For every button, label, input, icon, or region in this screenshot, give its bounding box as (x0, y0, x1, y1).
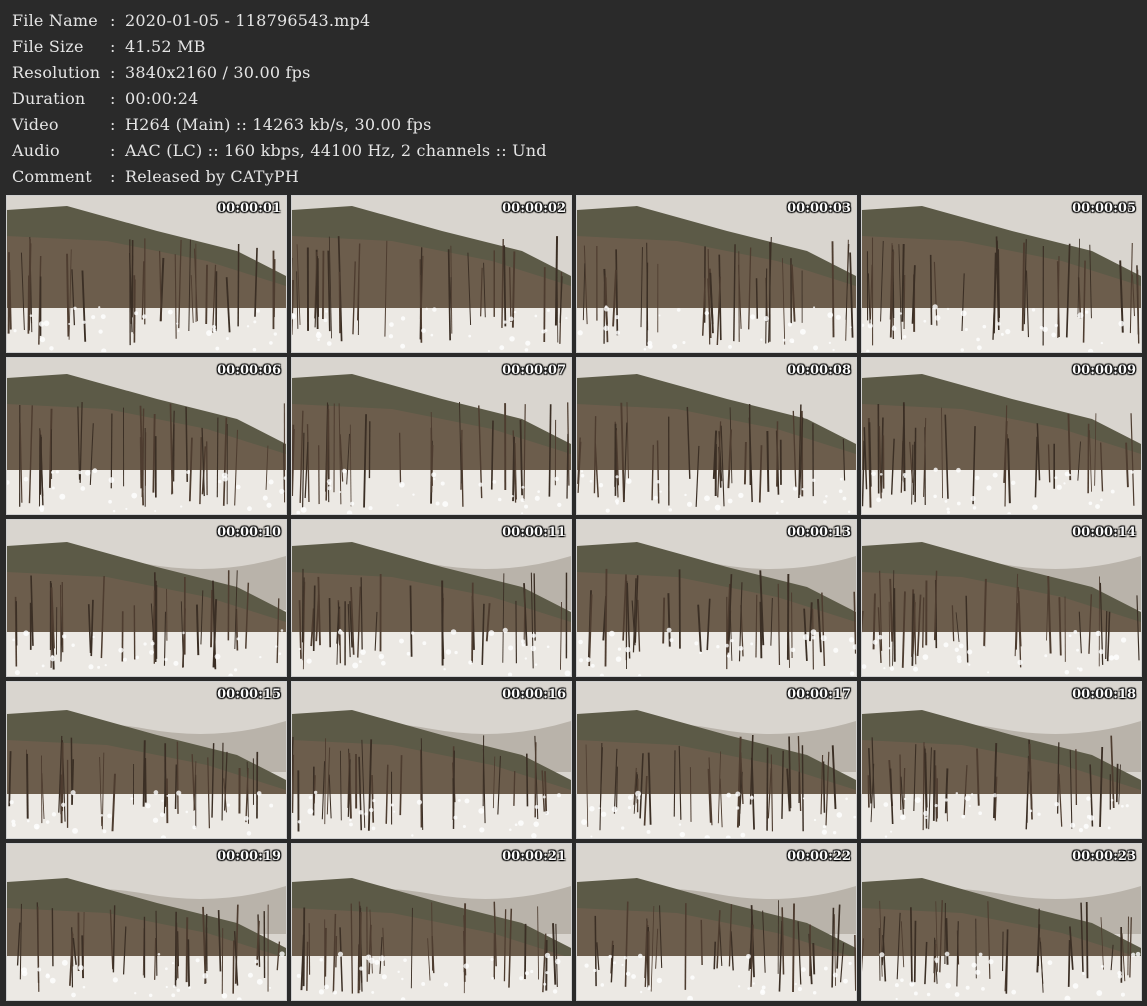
info-value: AAC (LC) :: 160 kbps, 44100 Hz, 2 channe… (125, 140, 547, 160)
info-separator: : (110, 10, 116, 30)
timestamp-label: 00:00:22 (787, 849, 851, 864)
timestamp-label: 00:00:05 (1072, 201, 1136, 216)
snowy-forest-frame (577, 844, 856, 1000)
info-row-video: Video : H264 (Main) :: 14263 kb/s, 30.00… (12, 111, 547, 137)
info-value: Released by CATyPH (125, 166, 299, 186)
info-value: 00:00:24 (125, 88, 199, 108)
timestamp-label: 00:00:21 (502, 849, 566, 864)
timestamp-label: 00:00:18 (1072, 687, 1136, 702)
timestamp-label: 00:00:09 (1072, 363, 1136, 378)
timestamp-label: 00:00:06 (217, 363, 281, 378)
info-label: File Name (12, 10, 98, 30)
info-label: Resolution (12, 62, 101, 82)
video-thumbnail: 00:00:17 (576, 681, 857, 839)
info-row-comment: Comment : Released by CATyPH (12, 163, 547, 189)
video-thumbnail: 00:00:05 (861, 195, 1142, 353)
video-thumbnail: 00:00:11 (291, 519, 572, 677)
video-thumbnail: 00:00:16 (291, 681, 572, 839)
video-thumbnail: 00:00:08 (576, 357, 857, 515)
info-value: H264 (Main) :: 14263 kb/s, 30.00 fps (125, 114, 432, 134)
timestamp-label: 00:00:10 (217, 525, 281, 540)
snowy-forest-frame (577, 196, 856, 352)
info-separator: : (110, 140, 116, 160)
info-row-resolution: Resolution : 3840x2160 / 30.00 fps (12, 59, 547, 85)
info-row-audio: Audio : AAC (LC) :: 160 kbps, 44100 Hz, … (12, 137, 547, 163)
snowy-forest-frame (862, 520, 1141, 676)
info-row-file-size: File Size : 41.52 MB (12, 33, 547, 59)
media-info-panel: File Name : 2020-01-05 - 118796543.mp4 F… (12, 7, 547, 189)
snowy-forest-frame (577, 682, 856, 838)
video-thumbnail: 00:00:03 (576, 195, 857, 353)
snowy-forest-frame (292, 682, 571, 838)
info-value: 2020-01-05 - 118796543.mp4 (125, 10, 371, 30)
timestamp-label: 00:00:07 (502, 363, 566, 378)
info-separator: : (110, 88, 116, 108)
snowy-forest-frame (292, 520, 571, 676)
video-thumbnail: 00:00:18 (861, 681, 1142, 839)
video-thumbnail: 00:00:15 (6, 681, 287, 839)
info-value: 3840x2160 / 30.00 fps (125, 62, 311, 82)
snowy-forest-frame (292, 844, 571, 1000)
timestamp-label: 00:00:14 (1072, 525, 1136, 540)
snowy-forest-frame (577, 520, 856, 676)
snowy-forest-frame (862, 844, 1141, 1000)
info-label: Duration (12, 88, 86, 108)
video-thumbnail: 00:00:06 (6, 357, 287, 515)
info-row-file-name: File Name : 2020-01-05 - 118796543.mp4 (12, 7, 547, 33)
timestamp-label: 00:00:13 (787, 525, 851, 540)
snowy-forest-frame (577, 358, 856, 514)
snowy-forest-frame (7, 682, 286, 838)
timestamp-label: 00:00:11 (502, 525, 566, 540)
snowy-forest-frame (7, 844, 286, 1000)
timestamp-label: 00:00:02 (502, 201, 566, 216)
snowy-forest-frame (292, 196, 571, 352)
video-thumbnail: 00:00:09 (861, 357, 1142, 515)
video-thumbnail: 00:00:22 (576, 843, 857, 1001)
video-thumbnail: 00:00:07 (291, 357, 572, 515)
timestamp-label: 00:00:19 (217, 849, 281, 864)
video-thumbnail: 00:00:21 (291, 843, 572, 1001)
snowy-forest-frame (292, 358, 571, 514)
info-row-duration: Duration : 00:00:24 (12, 85, 547, 111)
info-label: File Size (12, 36, 84, 56)
video-thumbnail: 00:00:19 (6, 843, 287, 1001)
video-thumbnail: 00:00:02 (291, 195, 572, 353)
info-label: Comment (12, 166, 92, 186)
snowy-forest-frame (862, 358, 1141, 514)
timestamp-label: 00:00:03 (787, 201, 851, 216)
timestamp-label: 00:00:17 (787, 687, 851, 702)
info-label: Video (12, 114, 59, 134)
video-thumbnail: 00:00:01 (6, 195, 287, 353)
info-separator: : (110, 62, 116, 82)
timestamp-label: 00:00:15 (217, 687, 281, 702)
timestamp-label: 00:00:16 (502, 687, 566, 702)
info-separator: : (110, 114, 116, 134)
snowy-forest-frame (7, 358, 286, 514)
info-separator: : (110, 166, 116, 186)
info-value: 41.52 MB (125, 36, 206, 56)
timestamp-label: 00:00:23 (1072, 849, 1136, 864)
snowy-forest-frame (862, 682, 1141, 838)
video-thumbnail: 00:00:14 (861, 519, 1142, 677)
snowy-forest-frame (7, 196, 286, 352)
thumbnail-grid: 00:00:01 00:00:02 00:00:03 00:00:05 00:00:06… (6, 195, 1142, 1001)
timestamp-label: 00:00:01 (217, 201, 281, 216)
video-thumbnail: 00:00:10 (6, 519, 287, 677)
info-separator: : (110, 36, 116, 56)
timestamp-label: 00:00:08 (787, 363, 851, 378)
video-thumbnail: 00:00:23 (861, 843, 1142, 1001)
snowy-forest-frame (862, 196, 1141, 352)
info-label: Audio (12, 140, 60, 160)
video-thumbnail: 00:00:13 (576, 519, 857, 677)
snowy-forest-frame (7, 520, 286, 676)
